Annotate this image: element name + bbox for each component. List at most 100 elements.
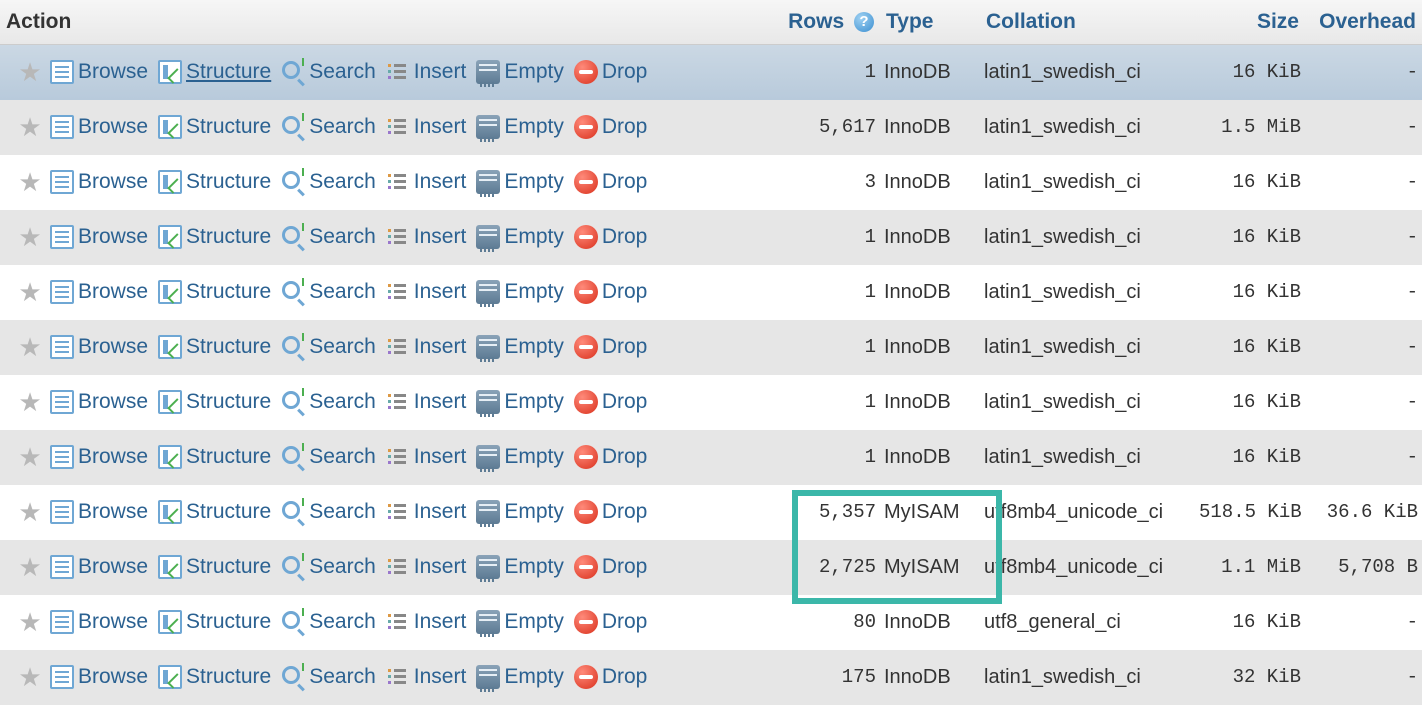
empty-link[interactable]: Empty [474,335,566,359]
empty-link[interactable]: Empty [474,115,566,139]
browse-link[interactable]: Browse [48,115,150,139]
insert-link[interactable]: Insert [384,665,469,689]
search-link[interactable]: Search [279,555,378,579]
insert-link[interactable]: Insert [384,390,469,414]
star-icon[interactable]: ★ [18,555,42,579]
browse-link[interactable]: Browse [48,225,150,249]
drop-link[interactable]: Drop [572,390,650,414]
structure-link[interactable]: Structure [156,390,273,414]
search-link[interactable]: Search [279,390,378,414]
drop-icon [574,390,598,414]
browse-link[interactable]: Browse [48,60,150,84]
browse-link[interactable]: Browse [48,610,150,634]
insert-link[interactable]: Insert [384,335,469,359]
structure-link[interactable]: Structure [156,60,273,84]
structure-link[interactable]: Structure [156,335,273,359]
search-link[interactable]: Search [279,60,378,84]
header-collation[interactable]: Collation [980,0,1195,45]
structure-link[interactable]: Structure [156,610,273,634]
star-icon[interactable]: ★ [18,390,42,414]
star-icon[interactable]: ★ [18,170,42,194]
star-icon[interactable]: ★ [18,280,42,304]
star-icon[interactable]: ★ [18,500,42,524]
star-icon[interactable]: ★ [18,445,42,469]
browse-link[interactable]: Browse [48,665,150,689]
structure-link[interactable]: Structure [156,500,273,524]
drop-icon [574,500,598,524]
header-overhead[interactable]: Overhead [1305,0,1422,45]
empty-icon [476,60,500,84]
search-link[interactable]: Search [279,170,378,194]
insert-link[interactable]: Insert [384,170,469,194]
drop-link[interactable]: Drop [572,170,650,194]
star-icon[interactable]: ★ [18,665,42,689]
drop-link[interactable]: Drop [572,115,650,139]
drop-icon [574,445,598,469]
insert-link[interactable]: Insert [384,280,469,304]
drop-link[interactable]: Drop [572,610,650,634]
search-link[interactable]: Search [279,115,378,139]
empty-link[interactable]: Empty [474,555,566,579]
empty-link[interactable]: Empty [474,390,566,414]
search-link[interactable]: Search [279,280,378,304]
empty-link[interactable]: Empty [474,445,566,469]
search-icon [281,60,305,84]
empty-link[interactable]: Empty [474,610,566,634]
star-icon[interactable]: ★ [18,60,42,84]
drop-link[interactable]: Drop [572,445,650,469]
insert-link[interactable]: Insert [384,225,469,249]
browse-icon [50,555,74,579]
drop-link[interactable]: Drop [572,665,650,689]
insert-link[interactable]: Insert [384,610,469,634]
header-rows[interactable]: Rows ? [770,0,880,45]
empty-icon [476,115,500,139]
search-link[interactable]: Search [279,665,378,689]
structure-link[interactable]: Structure [156,665,273,689]
insert-link[interactable]: Insert [384,60,469,84]
browse-link[interactable]: Browse [48,500,150,524]
drop-link[interactable]: Drop [572,335,650,359]
search-link[interactable]: Search [279,335,378,359]
cell-size: 16 KiB [1195,595,1305,650]
drop-link[interactable]: Drop [572,280,650,304]
drop-link[interactable]: Drop [572,555,650,579]
browse-link[interactable]: Browse [48,280,150,304]
empty-link[interactable]: Empty [474,60,566,84]
empty-link[interactable]: Empty [474,665,566,689]
search-link[interactable]: Search [279,610,378,634]
drop-link[interactable]: Drop [572,225,650,249]
table-row: ★BrowseStructureSearchInsertEmptyDrop2,7… [0,540,1422,595]
search-link[interactable]: Search [279,445,378,469]
browse-link[interactable]: Browse [48,390,150,414]
structure-link[interactable]: Structure [156,445,273,469]
empty-link[interactable]: Empty [474,225,566,249]
structure-link[interactable]: Structure [156,170,273,194]
insert-link[interactable]: Insert [384,555,469,579]
header-size[interactable]: Size [1195,0,1305,45]
header-type[interactable]: Type [880,0,980,45]
star-icon[interactable]: ★ [18,115,42,139]
empty-link[interactable]: Empty [474,500,566,524]
empty-link[interactable]: Empty [474,280,566,304]
structure-link[interactable]: Structure [156,555,273,579]
insert-link[interactable]: Insert [384,500,469,524]
help-icon[interactable]: ? [854,12,874,32]
structure-link[interactable]: Structure [156,225,273,249]
empty-link[interactable]: Empty [474,170,566,194]
drop-link[interactable]: Drop [572,500,650,524]
browse-link[interactable]: Browse [48,555,150,579]
browse-link[interactable]: Browse [48,170,150,194]
search-link[interactable]: Search [279,500,378,524]
star-icon[interactable]: ★ [18,610,42,634]
structure-link[interactable]: Structure [156,280,273,304]
insert-link[interactable]: Insert [384,445,469,469]
search-link[interactable]: Search [279,225,378,249]
insert-link[interactable]: Insert [384,115,469,139]
drop-link[interactable]: Drop [572,60,650,84]
star-icon[interactable]: ★ [18,225,42,249]
star-icon[interactable]: ★ [18,335,42,359]
browse-link[interactable]: Browse [48,335,150,359]
browse-link[interactable]: Browse [48,445,150,469]
structure-link[interactable]: Structure [156,115,273,139]
cell-overhead: - [1305,595,1422,650]
